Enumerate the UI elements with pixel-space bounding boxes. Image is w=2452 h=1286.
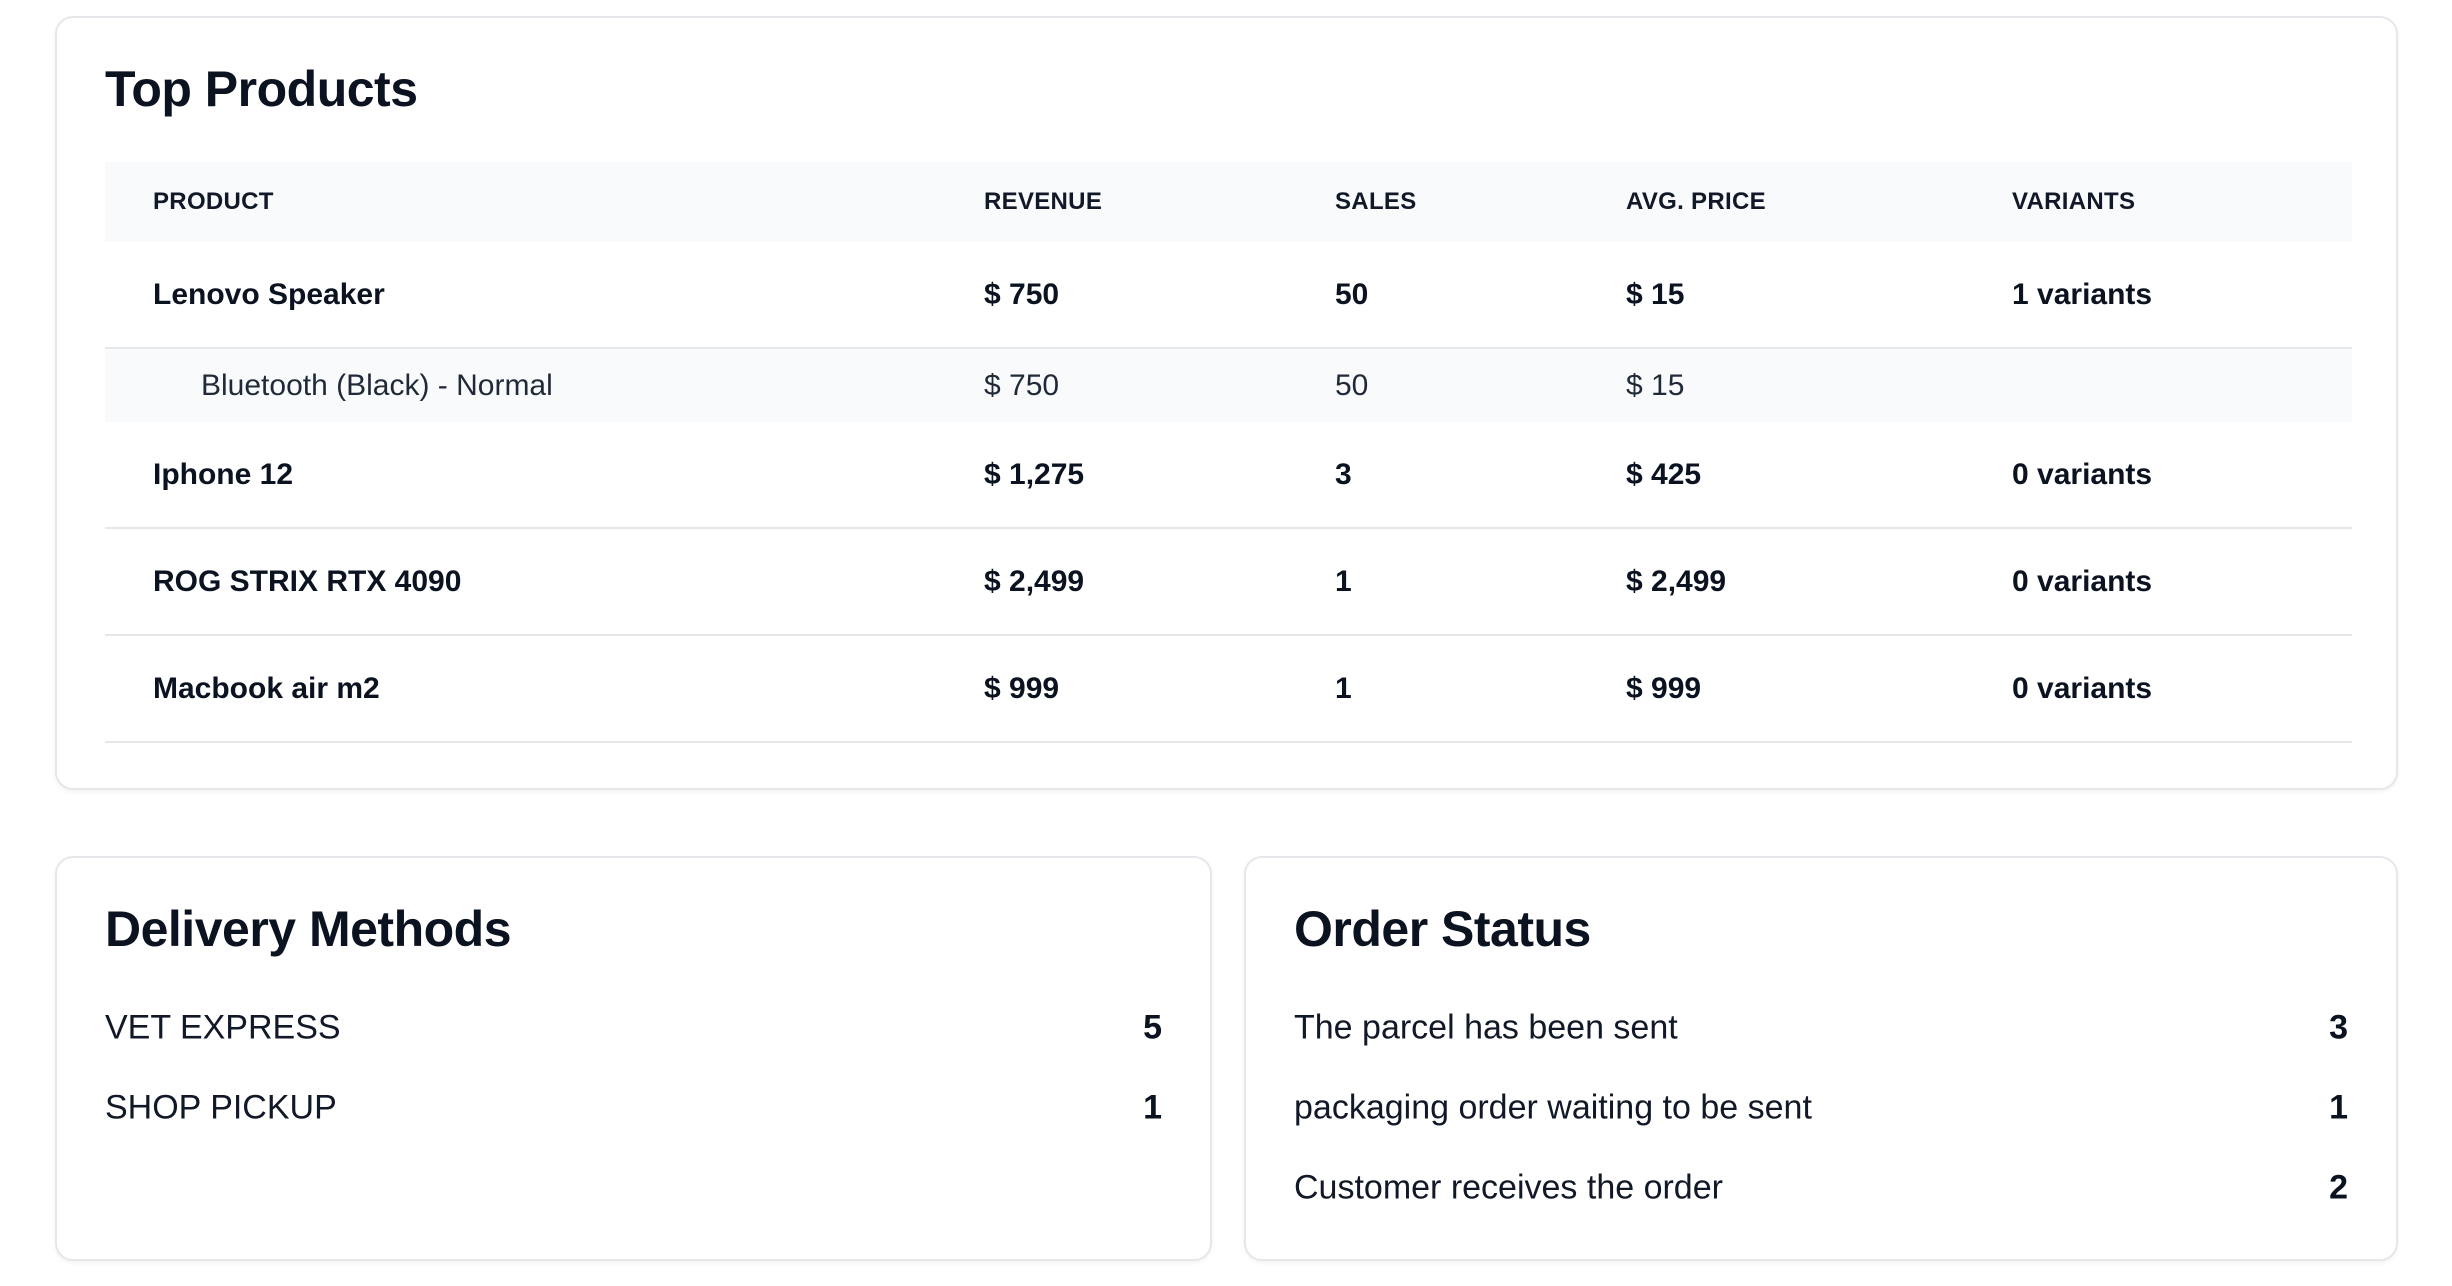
product-sales: 1 <box>1335 671 1352 705</box>
table-row[interactable]: Macbook air m2 $ 999 1 $ 999 0 variants <box>105 636 2352 743</box>
table-row[interactable]: ROG STRIX RTX 4090 $ 2,499 1 $ 2,499 0 v… <box>105 529 2352 636</box>
product-variants: 0 variants <box>2012 671 2153 705</box>
product-revenue: $ 1,275 <box>984 457 1085 491</box>
column-header-revenue: REVENUE <box>984 188 1103 215</box>
order-status-label: Customer receives the order <box>1294 1168 1723 1207</box>
variant-sales: 50 <box>1335 368 1369 402</box>
list-item: packaging order waiting to be sent 1 <box>1294 1068 2348 1148</box>
product-revenue: $ 750 <box>984 277 1060 311</box>
column-header-avg-price: AVG. PRICE <box>1626 188 1766 215</box>
product-avg-price: $ 999 <box>1626 671 1702 705</box>
list-item: SHOP PICKUP 1 <box>105 1068 1162 1148</box>
list-item: The parcel has been sent 3 <box>1294 988 2348 1068</box>
delivery-method-label: VET EXPRESS <box>105 1008 341 1047</box>
product-variants: 1 variants <box>2012 277 2153 311</box>
product-name: ROG STRIX RTX 4090 <box>153 564 462 598</box>
column-header-sales: SALES <box>1335 188 1417 215</box>
list-item: VET EXPRESS 5 <box>105 988 1162 1068</box>
variant-name: Bluetooth (Black) - Normal <box>201 368 553 402</box>
top-products-card: Top Products PRODUCT REVENUE SALES AVG. … <box>55 16 2398 790</box>
variant-revenue: $ 750 <box>984 368 1060 402</box>
table-row[interactable]: Iphone 12 $ 1,275 3 $ 425 0 variants <box>105 422 2352 529</box>
order-status-label: packaging order waiting to be sent <box>1294 1088 1812 1127</box>
product-variants: 0 variants <box>2012 457 2153 491</box>
order-status-list: The parcel has been sent 3 packaging ord… <box>1294 988 2348 1228</box>
delivery-method-count: 1 <box>1143 1088 1162 1127</box>
table-header-row: PRODUCT REVENUE SALES AVG. PRICE VARIANT… <box>105 162 2352 242</box>
product-revenue: $ 2,499 <box>984 564 1085 598</box>
order-status-count: 1 <box>2329 1088 2348 1127</box>
product-revenue: $ 999 <box>984 671 1060 705</box>
product-variants: 0 variants <box>2012 564 2153 598</box>
list-item: Customer receives the order 2 <box>1294 1148 2348 1228</box>
delivery-method-label: SHOP PICKUP <box>105 1088 337 1127</box>
delivery-methods-list: VET EXPRESS 5 SHOP PICKUP 1 <box>105 988 1162 1148</box>
product-avg-price: $ 425 <box>1626 457 1702 491</box>
top-products-title: Top Products <box>105 61 418 117</box>
order-status-count: 2 <box>2329 1168 2348 1207</box>
top-products-table: PRODUCT REVENUE SALES AVG. PRICE VARIANT… <box>105 162 2352 743</box>
product-sales: 50 <box>1335 277 1369 311</box>
product-name: Iphone 12 <box>153 457 294 491</box>
product-name: Macbook air m2 <box>153 671 380 705</box>
product-sales: 3 <box>1335 457 1352 491</box>
variant-avg-price: $ 15 <box>1626 368 1685 402</box>
product-avg-price: $ 2,499 <box>1626 564 1727 598</box>
product-sales: 1 <box>1335 564 1352 598</box>
product-avg-price: $ 15 <box>1626 277 1685 311</box>
variant-row: Bluetooth (Black) - Normal $ 750 50 $ 15 <box>105 349 2352 422</box>
delivery-methods-card: Delivery Methods VET EXPRESS 5 SHOP PICK… <box>55 856 1212 1261</box>
order-status-label: The parcel has been sent <box>1294 1008 1678 1047</box>
order-status-card: Order Status The parcel has been sent 3 … <box>1244 856 2398 1261</box>
delivery-methods-title: Delivery Methods <box>105 901 512 957</box>
delivery-method-count: 5 <box>1143 1008 1162 1047</box>
column-header-variants: VARIANTS <box>2012 188 2136 215</box>
column-header-product: PRODUCT <box>153 188 274 215</box>
order-status-count: 3 <box>2329 1008 2348 1047</box>
product-name: Lenovo Speaker <box>153 277 385 311</box>
table-row[interactable]: Lenovo Speaker $ 750 50 $ 15 1 variants <box>105 242 2352 349</box>
order-status-title: Order Status <box>1294 901 1591 957</box>
